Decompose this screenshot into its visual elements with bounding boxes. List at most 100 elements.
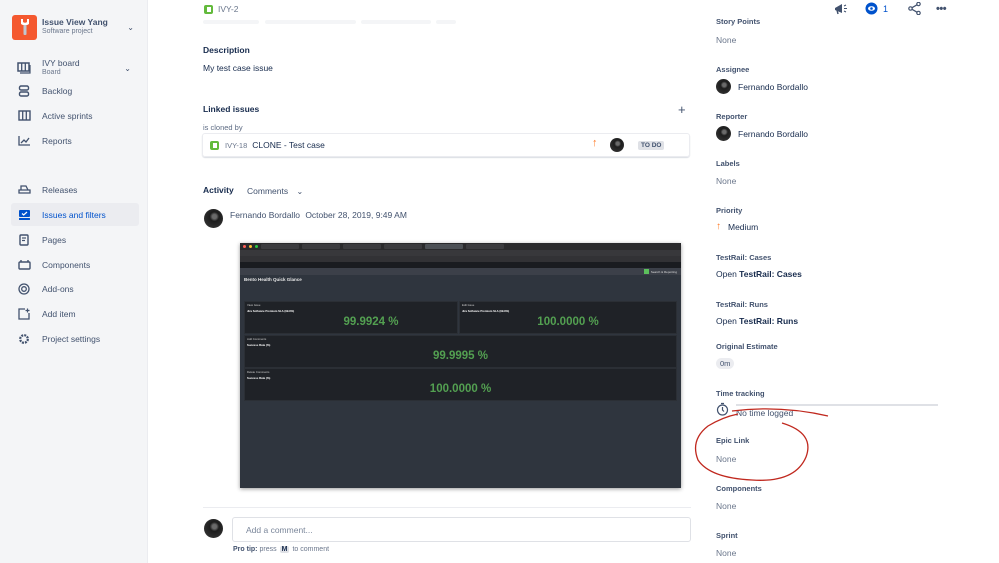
comment-author-name[interactable]: Fernando Bordallo (230, 210, 300, 220)
browser-tab (343, 244, 381, 249)
sidebar-item-label: Issues and filters (42, 209, 106, 220)
eye-icon (865, 2, 878, 15)
more-actions-icon[interactable]: ••• (936, 3, 947, 15)
comment-image-attachment[interactable]: Search & Reporting Bento Health Quick Gl… (240, 243, 681, 488)
comment-date[interactable]: October 28, 2019, 9:49 AM (305, 210, 407, 220)
add-item-icon (17, 307, 31, 321)
sidebar-item-components[interactable]: Components (11, 253, 139, 276)
story-points-label: Story Points (716, 17, 761, 26)
loading-placeholder (265, 20, 356, 24)
panel-value: 100.0000 % (537, 316, 599, 328)
pages-icon (17, 233, 31, 247)
assignee-field[interactable]: Fernando Bordallo (716, 79, 808, 94)
sidebar-item-label: Add-ons (42, 283, 74, 294)
sidebar-item-active-sprints[interactable]: Active sprints (11, 104, 139, 127)
sidebar-item-board[interactable]: IVY board Board ⌄ (11, 55, 139, 81)
share-icon[interactable] (908, 2, 921, 15)
priority-medium-icon: ↑ (716, 221, 721, 232)
browser-tabbar (240, 243, 681, 250)
releases-icon (17, 183, 31, 197)
description-text[interactable]: My test case issue (203, 63, 273, 73)
linked-issue-row[interactable]: IVY-18 CLONE - Test case ↑ TO DO (202, 133, 690, 157)
activity-filter-value: Comments (247, 186, 289, 196)
sprint-value[interactable]: None (716, 548, 736, 558)
sidebar-item-label: Pages (42, 234, 67, 245)
sprints-icon (17, 109, 31, 123)
watch-button[interactable]: 1 (865, 2, 888, 15)
story-points-value[interactable]: None (716, 35, 736, 45)
panel-subtitle: Jira Software Premium SLA (99.9%) (247, 309, 295, 313)
browser-tab (302, 244, 340, 249)
sidebar-item-issues-and-filters[interactable]: Issues and filters (11, 203, 139, 226)
sidebar-item-project-settings[interactable]: Project settings (11, 327, 139, 350)
testrail-runs-link[interactable]: Open TestRail: Runs (716, 316, 798, 326)
browser-tab (261, 244, 299, 249)
assignee-label: Assignee (716, 65, 750, 74)
settings-icon (17, 332, 31, 346)
comment-author-avatar[interactable] (204, 209, 223, 228)
testrail-runs-label: TestRail: Runs (716, 300, 768, 309)
annotation-circle (694, 408, 829, 481)
panel-subtitle: Success Rate (%) (247, 376, 271, 380)
window-minimize-dot (249, 245, 252, 248)
assignee-name: Fernando Bordallo (738, 81, 808, 92)
issue-key-breadcrumb[interactable]: IVY-2 (204, 4, 238, 14)
priority-field[interactable]: ↑ Medium (716, 221, 758, 232)
reporter-field[interactable]: Fernando Bordallo (716, 126, 808, 141)
chevron-down-icon: ⌄ (296, 187, 304, 196)
reports-icon (17, 134, 31, 148)
chevron-down-icon[interactable]: ⌄ (124, 64, 131, 73)
story-icon (210, 140, 219, 150)
project-switcher[interactable]: Issue View Yang Software project ⌄ (12, 14, 142, 40)
assignee-avatar (716, 79, 731, 94)
panel-title: Edit Issue (462, 303, 475, 307)
link-text: TestRail: Runs (739, 316, 799, 326)
linked-issue-summary[interactable]: CLONE - Test case (252, 140, 325, 150)
browser-tab (425, 244, 463, 249)
sidebar-item-label: Components (42, 259, 91, 270)
components-value[interactable]: None (716, 501, 736, 511)
browser-tab (466, 244, 504, 249)
sidebar-item-add-item[interactable]: Add item (11, 302, 139, 325)
linked-issue-key[interactable]: IVY-18 (225, 141, 247, 150)
loading-placeholder (436, 20, 456, 24)
panel-title: Add Comments (247, 337, 267, 341)
original-estimate-value[interactable]: 0m (716, 358, 735, 369)
wrench-icon (12, 14, 37, 40)
original-estimate-label: Original Estimate (716, 342, 778, 351)
add-link-button[interactable]: + (678, 102, 686, 117)
feedback-megaphone-icon[interactable] (834, 3, 848, 15)
sidebar-item-pages[interactable]: Pages (11, 228, 139, 251)
labels-value[interactable]: None (716, 176, 736, 186)
status-lozenge[interactable]: TO DO (638, 141, 665, 150)
app-icon (643, 269, 649, 274)
link-relation-label: is cloned by (203, 123, 243, 132)
sidebar-item-add-ons[interactable]: Add-ons (11, 277, 139, 300)
panel-value: 99.9995 % (433, 350, 488, 362)
dashboard-panel: View Issue Jira Software Premium SLA (99… (244, 301, 458, 334)
board-sub: Board (42, 68, 61, 76)
sidebar-item-backlog[interactable]: Backlog (11, 79, 139, 102)
sidebar-item-releases[interactable]: Releases (11, 178, 139, 201)
project-sidebar: Issue View Yang Software project ⌄ IVY b… (0, 0, 148, 563)
sidebar-item-label: Active sprints (42, 110, 93, 121)
activity-filter-dropdown[interactable]: Comments ⌄ (247, 186, 303, 196)
plus-icon: + (678, 102, 686, 117)
keyboard-shortcut: M (279, 546, 290, 553)
app-navbar (240, 268, 681, 275)
time-tracking-label: Time tracking (716, 389, 765, 398)
board-name: IVY board (42, 58, 80, 69)
story-icon (204, 4, 213, 14)
comment-header: Fernando Bordallo October 28, 2019, 9:49… (230, 210, 407, 220)
sidebar-item-reports[interactable]: Reports (11, 129, 139, 152)
watch-count: 1 (883, 3, 889, 14)
add-comment-input[interactable] (232, 517, 691, 542)
testrail-cases-link[interactable]: Open TestRail: Cases (716, 269, 802, 279)
chevron-down-icon[interactable]: ⌄ (127, 23, 134, 32)
sidebar-item-label: Backlog (42, 85, 73, 96)
loading-placeholder (203, 20, 259, 24)
dashboard-panel: Delete Comments Success Rate (%) 100.000… (244, 368, 677, 401)
components-icon (17, 258, 31, 272)
current-user-avatar (204, 519, 223, 538)
protip-text: to comment (292, 546, 330, 553)
